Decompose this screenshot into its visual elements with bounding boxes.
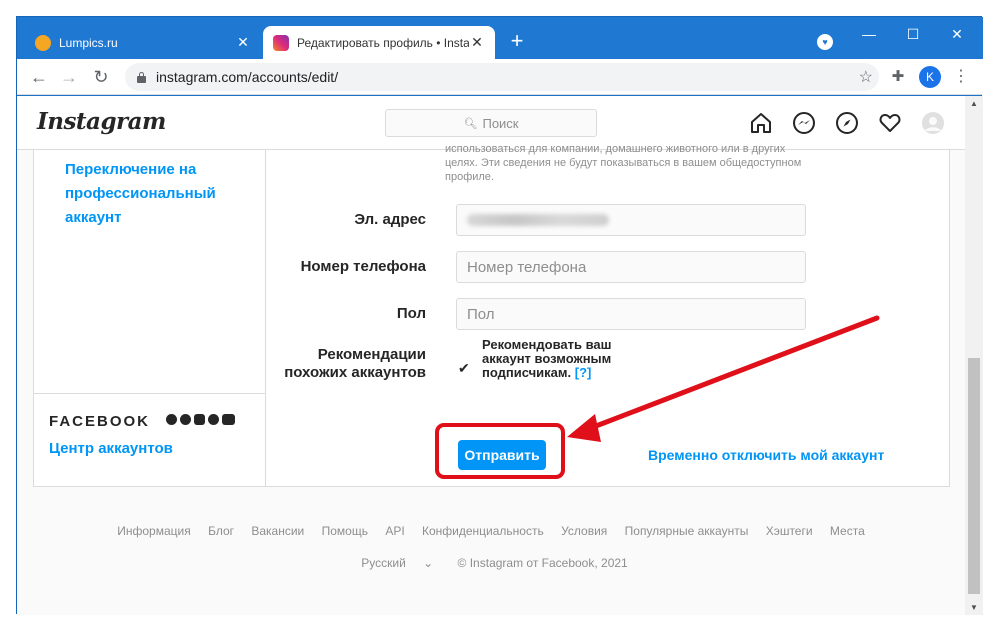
- scroll-up-icon[interactable]: ▲: [970, 99, 978, 108]
- profile-avatar[interactable]: K: [919, 66, 941, 88]
- footer-link[interactable]: Помощь: [322, 524, 368, 538]
- address-bar[interactable]: instagram.com/accounts/edit/ ☆: [125, 63, 879, 91]
- lumpics-favicon-icon: [35, 34, 51, 51]
- tab-title: Lumpics.ru: [59, 35, 118, 50]
- maximize-button[interactable]: ☐: [891, 22, 935, 46]
- tab-title: Редактировать профиль • Insta: [297, 35, 469, 50]
- menu-kebab-icon[interactable]: ⋮: [953, 65, 969, 89]
- scroll-down-icon[interactable]: ▼: [970, 603, 978, 612]
- minimize-button[interactable]: —: [847, 22, 891, 46]
- instagram-favicon-icon: [273, 34, 289, 51]
- page-viewport: Instagram 🔍︎ Поиск Переключение на профе…: [17, 96, 965, 615]
- back-arrow-icon[interactable]: ←: [27, 65, 51, 89]
- tab-instagram[interactable]: Редактировать профиль • Insta ✕: [263, 26, 495, 59]
- footer-link[interactable]: API: [385, 524, 404, 538]
- footer-link[interactable]: Популярные аккаунты: [625, 524, 749, 538]
- footer-meta: Русский ⌄ © Instagram от Facebook, 2021: [17, 556, 965, 570]
- footer-link[interactable]: Блог: [208, 524, 234, 538]
- chrome-profile-icon[interactable]: ♥: [817, 34, 833, 50]
- footer-link[interactable]: Вакансии: [251, 524, 304, 538]
- browser-toolbar: ← → ↻ instagram.com/accounts/edit/ ☆ ✚ K…: [17, 59, 983, 95]
- close-window-button[interactable]: ✕: [935, 22, 979, 46]
- browser-window: Lumpics.ru ✕ Редактировать профиль • Ins…: [16, 16, 983, 615]
- reload-icon[interactable]: ↻: [89, 65, 113, 89]
- close-tab-icon[interactable]: ✕: [235, 34, 251, 51]
- footer-link[interactable]: Информация: [117, 524, 190, 538]
- new-tab-button[interactable]: +: [505, 30, 529, 54]
- page-scrollbar[interactable]: ▲ ▼: [965, 96, 983, 615]
- footer-link[interactable]: Условия: [561, 524, 607, 538]
- bookmark-star-icon[interactable]: ☆: [859, 67, 873, 87]
- chevron-down-icon: ⌄: [423, 556, 434, 570]
- extensions-puzzle-icon[interactable]: ✚: [889, 67, 907, 85]
- forward-arrow-icon[interactable]: →: [57, 65, 81, 89]
- scroll-thumb[interactable]: [968, 358, 980, 594]
- tab-strip: Lumpics.ru ✕ Редактировать профиль • Ins…: [17, 17, 983, 59]
- footer-link[interactable]: Конфиденциальность: [422, 524, 544, 538]
- lock-icon: [137, 71, 146, 83]
- language-label: Русский: [361, 556, 406, 570]
- language-select[interactable]: Русский ⌄: [354, 556, 440, 570]
- copyright-text: © Instagram от Facebook, 2021: [457, 556, 628, 570]
- tab-lumpics[interactable]: Lumpics.ru ✕: [25, 26, 261, 59]
- url-text: instagram.com/accounts/edit/: [156, 69, 339, 85]
- footer-link[interactable]: Хэштеги: [766, 524, 813, 538]
- footer-links: Информация Блог Вакансии Помощь API Конф…: [17, 524, 965, 538]
- close-tab-icon[interactable]: ✕: [469, 34, 485, 51]
- footer-link[interactable]: Места: [830, 524, 865, 538]
